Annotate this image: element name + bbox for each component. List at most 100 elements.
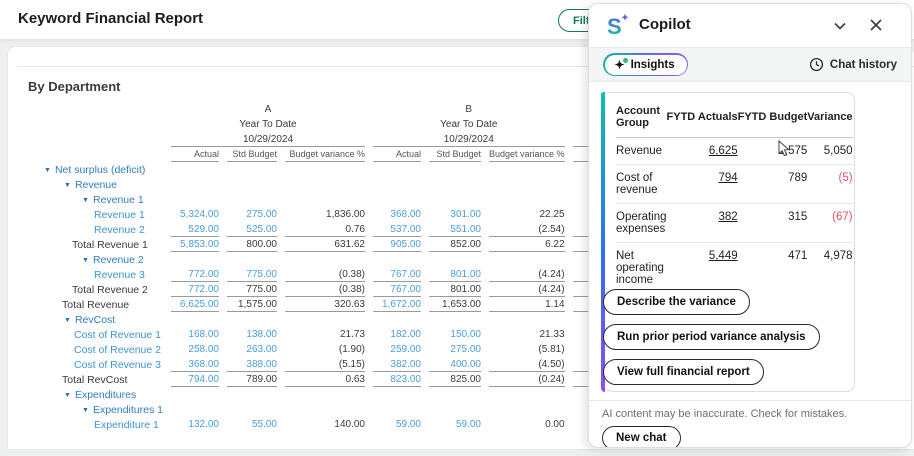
variance-cell: (5) bbox=[807, 165, 852, 204]
copilot-table-body: Revenue6,6251,5755,050Cost of revenue794… bbox=[616, 138, 853, 294]
table-cell[interactable]: 767.00 bbox=[373, 282, 421, 297]
actuals-cell[interactable]: 382 bbox=[667, 204, 738, 243]
table-cell[interactable]: 182.00 bbox=[373, 327, 421, 342]
table-cell[interactable]: 794.00 bbox=[171, 372, 219, 387]
table-cell[interactable]: 138.00 bbox=[227, 327, 277, 342]
table-cell[interactable]: 1,672.00 bbox=[373, 297, 421, 312]
table-cell[interactable]: 525.00 bbox=[227, 222, 277, 237]
actuals-link[interactable]: 382 bbox=[718, 211, 737, 223]
table-cell bbox=[227, 192, 277, 207]
table-cell[interactable]: 388.00 bbox=[227, 357, 277, 372]
describe-variance-button[interactable]: Describe the variance bbox=[603, 289, 750, 315]
table-cell[interactable]: 368.00 bbox=[171, 357, 219, 372]
table-cell bbox=[227, 312, 277, 327]
chat-history-button[interactable]: Chat history bbox=[809, 57, 897, 72]
actuals-cell[interactable]: 794 bbox=[667, 165, 738, 204]
collapse-triangle-icon[interactable]: ▼ bbox=[64, 182, 71, 189]
table-cell[interactable]: 823.00 bbox=[373, 372, 421, 387]
table-cell bbox=[171, 177, 219, 192]
row-group-label[interactable]: ▼Net surplus (deficit) bbox=[26, 162, 163, 177]
row-label[interactable]: Cost of Revenue 1 bbox=[26, 327, 163, 342]
collapse-triangle-icon[interactable]: ▼ bbox=[82, 257, 89, 264]
row-label[interactable]: Cost of Revenue 2 bbox=[26, 342, 163, 357]
collapse-triangle-icon[interactable]: ▼ bbox=[64, 317, 71, 324]
row-label[interactable]: Cost of Revenue 3 bbox=[26, 357, 163, 372]
table-cell: 1,653.00 bbox=[429, 297, 481, 312]
copilot-toolbar: ✦ Insights Chat history bbox=[589, 47, 911, 82]
budget-cell: 315 bbox=[738, 204, 808, 243]
row-group-label[interactable]: ▼Revenue 1 bbox=[26, 192, 163, 207]
table-cell[interactable]: 258.00 bbox=[171, 342, 219, 357]
financial-table: A B Year To Date Year To Date 10/29/2024… bbox=[18, 102, 653, 432]
table-cell bbox=[285, 177, 365, 192]
table-cell: 631.62 bbox=[285, 237, 365, 252]
table-cell bbox=[227, 387, 277, 402]
table-cell[interactable]: 772.00 bbox=[171, 267, 219, 282]
insights-button[interactable]: ✦ Insights bbox=[603, 53, 688, 76]
row-label[interactable]: Revenue 1 bbox=[26, 207, 163, 222]
table-cell[interactable]: 59.00 bbox=[429, 417, 481, 432]
chevron-down-icon[interactable] bbox=[831, 17, 849, 35]
actuals-link[interactable]: 6,625 bbox=[709, 145, 738, 157]
table-cell[interactable]: 259.00 bbox=[373, 342, 421, 357]
table-cell[interactable]: 767.00 bbox=[373, 267, 421, 282]
collapse-triangle-icon[interactable]: ▼ bbox=[64, 392, 71, 399]
table-cell[interactable]: 150.00 bbox=[429, 327, 481, 342]
table-cell[interactable]: 275.00 bbox=[429, 342, 481, 357]
actuals-link[interactable]: 5,449 bbox=[709, 250, 738, 262]
prior-period-analysis-button[interactable]: Run prior period variance analysis bbox=[603, 324, 820, 350]
table-cell[interactable]: 168.00 bbox=[171, 327, 219, 342]
table-cell[interactable]: 772.00 bbox=[171, 282, 219, 297]
table-cell[interactable]: 400.00 bbox=[429, 357, 481, 372]
table-cell bbox=[489, 402, 565, 417]
table-cell[interactable]: 801.00 bbox=[429, 267, 481, 282]
table-cell: (1.90) bbox=[285, 342, 365, 357]
close-icon[interactable] bbox=[867, 16, 885, 34]
row-group-label[interactable]: ▼RevCost bbox=[26, 312, 163, 327]
table-row: Total Revenue 15,853.00800.00631.62905.0… bbox=[26, 237, 645, 252]
table-cell: 1,575.00 bbox=[227, 297, 277, 312]
table-cell[interactable]: 59.00 bbox=[373, 417, 421, 432]
row-group-label[interactable]: ▼Revenue bbox=[26, 177, 163, 192]
table-cell[interactable]: 775.00 bbox=[227, 267, 277, 282]
collapse-triangle-icon[interactable]: ▼ bbox=[82, 407, 89, 414]
table-cell: (5.15) bbox=[285, 357, 365, 372]
table-row: ▼RevCost bbox=[26, 312, 645, 327]
copilot-panel: S Copilot ✦ Insights Chat history bbox=[588, 3, 912, 448]
table-cell[interactable]: 132.00 bbox=[171, 417, 219, 432]
row-label[interactable]: Expenditure 1 bbox=[26, 417, 163, 432]
table-cell[interactable]: 275.00 bbox=[227, 207, 277, 222]
table-cell[interactable]: 537.00 bbox=[373, 222, 421, 237]
actuals-cell[interactable]: 5,449 bbox=[667, 243, 738, 294]
table-cell bbox=[285, 192, 365, 207]
table-cell[interactable]: 905.00 bbox=[373, 237, 421, 252]
table-cell[interactable]: 382.00 bbox=[373, 357, 421, 372]
table-row: Expenditure 1132.0055.00140.0059.0059.00… bbox=[26, 417, 645, 432]
new-chat-button[interactable]: New chat bbox=[602, 426, 681, 448]
table-cell[interactable]: 6,625.00 bbox=[171, 297, 219, 312]
row-group-label[interactable]: ▼Revenue 2 bbox=[26, 252, 163, 267]
table-cell[interactable]: 55.00 bbox=[227, 417, 277, 432]
table-cell[interactable]: 529.00 bbox=[171, 222, 219, 237]
row-label: Total RevCost bbox=[26, 372, 163, 387]
table-cell bbox=[373, 162, 421, 177]
table-cell[interactable]: 368.00 bbox=[373, 207, 421, 222]
row-label[interactable]: Revenue 3 bbox=[26, 267, 163, 282]
table-cell: (2.54) bbox=[489, 222, 565, 237]
table-cell[interactable]: 263.00 bbox=[227, 342, 277, 357]
table-cell[interactable]: 5,853.00 bbox=[171, 237, 219, 252]
actuals-cell[interactable]: 6,625 bbox=[667, 138, 738, 165]
row-label[interactable]: Revenue 2 bbox=[26, 222, 163, 237]
collapse-triangle-icon[interactable]: ▼ bbox=[82, 197, 89, 204]
table-cell[interactable]: 301.00 bbox=[429, 207, 481, 222]
table-cell[interactable]: 5,324.00 bbox=[171, 207, 219, 222]
actuals-link[interactable]: 794 bbox=[718, 172, 737, 184]
collapse-triangle-icon[interactable]: ▼ bbox=[44, 167, 51, 174]
table-cell bbox=[373, 312, 421, 327]
row-group-label[interactable]: ▼Expenditures bbox=[26, 387, 163, 402]
table-cell[interactable]: 551.00 bbox=[429, 222, 481, 237]
view-full-report-button[interactable]: View full financial report bbox=[603, 359, 764, 385]
table-cell: 0.00 bbox=[489, 417, 565, 432]
row-group-label[interactable]: ▼Expenditures 1 bbox=[26, 402, 163, 417]
table-cell bbox=[171, 312, 219, 327]
